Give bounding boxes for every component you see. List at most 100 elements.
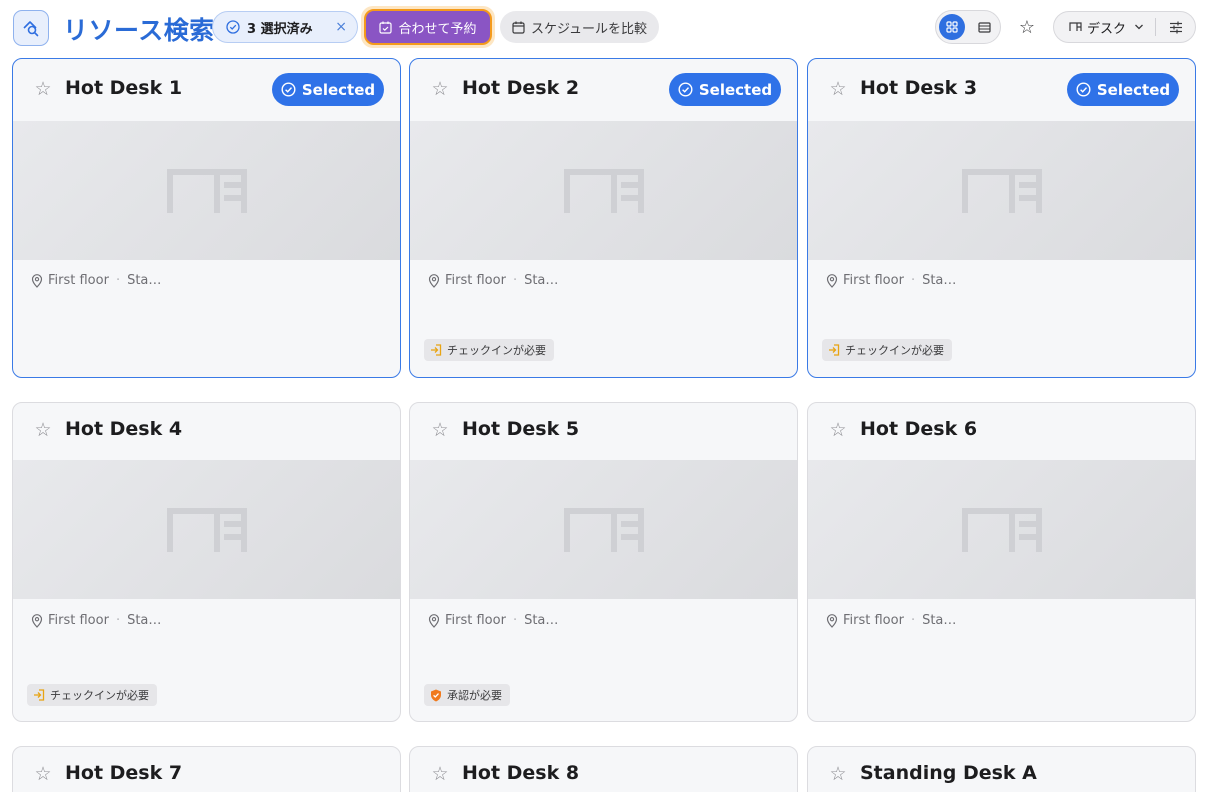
selection-count-label: 3 選択済み xyxy=(247,21,313,37)
resource-card[interactable]: ☆ Hot Desk 6 First floor · Sta… xyxy=(807,402,1196,722)
check-circle-icon xyxy=(281,82,296,97)
tag-label: チェックインが必要 xyxy=(50,689,149,702)
selected-badge[interactable]: Selected xyxy=(272,73,384,106)
location-text: First floor xyxy=(48,273,109,288)
meta-extra: Sta… xyxy=(922,273,957,288)
resource-type-selector[interactable]: デスク xyxy=(1053,11,1196,43)
resource-card[interactable]: ☆ Hot Desk 4 First floor · Sta… チェックインが必… xyxy=(12,402,401,722)
check-in-icon xyxy=(829,344,840,356)
location-pin-icon xyxy=(826,273,838,288)
location-pin-icon xyxy=(31,273,43,288)
reserve-together-label: 合わせて予約 xyxy=(398,21,477,37)
resource-location: First floor · Sta… xyxy=(428,273,558,288)
clear-selection-button[interactable]: × xyxy=(335,19,347,35)
resource-title: Hot Desk 2 xyxy=(462,77,580,99)
meta-separator: · xyxy=(115,273,121,288)
selection-count-chip[interactable]: 3 選択済み × xyxy=(212,11,358,43)
location-pin-icon xyxy=(826,613,838,628)
resource-title: Hot Desk 4 xyxy=(65,418,183,440)
check-circle-icon xyxy=(1076,82,1091,97)
location-pin-icon xyxy=(428,613,440,628)
favorite-star-icon[interactable]: ☆ xyxy=(33,420,53,440)
resource-title: Hot Desk 7 xyxy=(65,762,183,784)
resource-card[interactable]: ☆ Hot Desk 5 First floor · Sta… 承認が必要 xyxy=(409,402,798,722)
desk-icon xyxy=(166,168,247,213)
resource-location: First floor · Sta… xyxy=(826,613,956,628)
desk-icon xyxy=(563,507,644,552)
meta-extra: Sta… xyxy=(922,613,957,628)
compare-schedules-button[interactable]: スケジュールを比較 xyxy=(500,11,659,43)
resource-photo xyxy=(13,121,400,260)
resource-location: First floor · Sta… xyxy=(31,613,161,628)
view-toggle xyxy=(935,10,1001,44)
grid-view-icon[interactable] xyxy=(939,14,965,40)
filter-sliders-icon[interactable] xyxy=(1156,21,1195,34)
desk-icon xyxy=(1069,22,1082,31)
desk-icon xyxy=(166,507,247,552)
favorite-star-icon[interactable]: ☆ xyxy=(828,420,848,440)
resource-title: Hot Desk 1 xyxy=(65,77,183,99)
location-text: First floor xyxy=(843,273,904,288)
resource-title: Hot Desk 6 xyxy=(860,418,978,440)
meta-extra: Sta… xyxy=(127,613,162,628)
favorite-star-icon[interactable]: ☆ xyxy=(430,764,450,784)
approval-required-tag: 承認が必要 xyxy=(424,684,510,706)
check-in-icon xyxy=(34,689,45,701)
chevron-down-icon xyxy=(1135,24,1143,30)
list-view-icon[interactable] xyxy=(971,14,997,40)
resource-card[interactable]: ☆ Hot Desk 1 Selected First floor · Sta… xyxy=(12,58,401,378)
resource-title: Hot Desk 8 xyxy=(462,762,580,784)
check-in-required-tag: チェックインが必要 xyxy=(822,339,952,361)
resource-card[interactable]: ☆ Hot Desk 2 Selected First floor · Sta…… xyxy=(409,58,798,378)
desk-icon xyxy=(961,168,1042,213)
resource-title: Standing Desk A xyxy=(860,762,1037,784)
check-circle-icon xyxy=(678,82,693,97)
meta-extra: Sta… xyxy=(127,273,162,288)
check-in-required-tag: チェックインが必要 xyxy=(424,339,554,361)
favorite-star-icon[interactable]: ☆ xyxy=(33,764,53,784)
favorite-star-icon[interactable]: ☆ xyxy=(430,79,450,99)
resource-card[interactable]: ☆ Hot Desk 8 xyxy=(409,746,798,792)
resource-photo xyxy=(13,460,400,599)
resource-title: Hot Desk 3 xyxy=(860,77,978,99)
favorite-star-icon[interactable]: ☆ xyxy=(430,420,450,440)
favorite-star-icon[interactable]: ☆ xyxy=(33,79,53,99)
meta-separator: · xyxy=(512,613,518,628)
resource-photo xyxy=(410,460,797,599)
check-in-icon xyxy=(431,344,442,356)
resource-photo xyxy=(808,460,1195,599)
favorites-star-icon[interactable]: ☆ xyxy=(1014,13,1040,41)
meta-separator: · xyxy=(512,273,518,288)
tag-label: チェックインが必要 xyxy=(447,344,546,357)
calendar-check-icon xyxy=(379,21,393,34)
meta-extra: Sta… xyxy=(524,613,559,628)
calendar-icon xyxy=(512,21,525,34)
search-resource-icon[interactable] xyxy=(13,10,49,46)
resource-card[interactable]: ☆ Standing Desk A xyxy=(807,746,1196,792)
location-pin-icon xyxy=(428,273,440,288)
compare-schedules-label: スケジュールを比較 xyxy=(530,21,648,37)
selected-label: Selected xyxy=(1096,80,1171,99)
meta-separator: · xyxy=(115,613,121,628)
resource-card[interactable]: ☆ Hot Desk 3 Selected First floor · Sta…… xyxy=(807,58,1196,378)
selected-label: Selected xyxy=(698,80,773,99)
resource-type-label: デスク xyxy=(1087,21,1127,37)
tag-label: 承認が必要 xyxy=(447,689,502,702)
location-text: First floor xyxy=(445,273,506,288)
location-text: First floor xyxy=(843,613,904,628)
check-circle-icon xyxy=(226,20,240,34)
resource-type-dropdown[interactable]: デスク xyxy=(1054,18,1156,37)
selected-badge[interactable]: Selected xyxy=(669,73,781,106)
selected-label: Selected xyxy=(301,80,376,99)
meta-separator: · xyxy=(910,613,916,628)
selected-badge[interactable]: Selected xyxy=(1067,73,1179,106)
resource-card[interactable]: ☆ Hot Desk 7 xyxy=(12,746,401,792)
location-pin-icon xyxy=(31,613,43,628)
resource-photo xyxy=(808,121,1195,260)
reserve-together-button[interactable]: 合わせて予約 xyxy=(364,9,492,45)
favorite-star-icon[interactable]: ☆ xyxy=(828,79,848,99)
location-text: First floor xyxy=(445,613,506,628)
favorite-star-icon[interactable]: ☆ xyxy=(828,764,848,784)
resource-location: First floor · Sta… xyxy=(31,273,161,288)
resource-location: First floor · Sta… xyxy=(826,273,956,288)
